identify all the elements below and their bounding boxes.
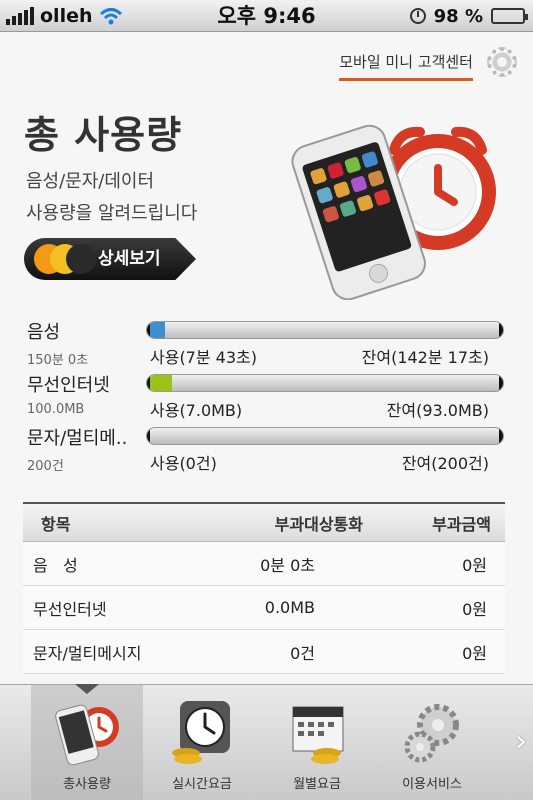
usage-progress-bar <box>146 374 504 392</box>
tab-services[interactable]: 이용서비스 <box>376 685 488 800</box>
row-billable: 0.0MB <box>264 598 315 617</box>
usage-quantity: 100.0MB <box>27 402 85 417</box>
charge-table: 항목 부과대상통화 부과금액 음 성 0분 0초 0원 무선인터넷 0.0MB … <box>23 502 505 674</box>
calendar-coins-icon <box>292 706 344 764</box>
usage-remaining: 잔여(93.0MB) <box>386 401 489 420</box>
row-billable: 0분 0초 <box>260 555 315 575</box>
detail-dots-icon <box>34 244 96 274</box>
row-item: 음 성 <box>33 555 78 575</box>
settings-gear-icon[interactable] <box>487 47 517 77</box>
battery-icon <box>491 8 528 24</box>
tab-realtime-fee[interactable]: 실시간요금 <box>146 685 258 800</box>
battery-percent: 98 % <box>433 5 483 27</box>
row-billable: 0건 <box>290 643 315 663</box>
usage-used: 사용(7.0MB) <box>150 401 243 420</box>
table-row: 문자/멀티메시지 0건 0원 <box>23 630 505 674</box>
usage-name: 무선인터넷 <box>27 375 110 396</box>
usage-progress-bar <box>146 321 504 339</box>
clock-coins-icon <box>172 701 230 764</box>
row-amount: 0원 <box>462 643 487 663</box>
table-row: 음 성 0분 0초 0원 <box>23 542 505 586</box>
gears-icon <box>404 704 459 763</box>
usage-name: 음성 <box>27 322 61 343</box>
customer-center-link[interactable]: 모바일 미니 고객센터 <box>339 51 473 81</box>
usage-fill <box>147 375 172 391</box>
row-amount: 0원 <box>462 555 487 575</box>
row-amount: 0원 <box>462 599 487 619</box>
usage-used: 사용(7분 43초) <box>150 348 257 367</box>
top-bar: 모바일 미니 고객센터 <box>0 33 533 93</box>
usage-quantity: 150분 0초 <box>27 353 89 368</box>
table-header: 항목 부과대상통화 부과금액 <box>23 502 505 542</box>
row-item: 문자/멀티메시지 <box>33 643 142 663</box>
status-bar: olleh 오후 9:46 98 % <box>0 0 533 32</box>
usage-used: 사용(0건) <box>150 454 217 473</box>
header-item: 항목 <box>41 514 71 534</box>
tab-total-usage[interactable]: 총사용량 <box>31 685 143 800</box>
subtitle-line-2: 사용량을 알려드립니다 <box>26 203 198 224</box>
tab-label: 이용서비스 <box>402 777 462 792</box>
tab-monthly-fee[interactable]: 월별요금 <box>261 685 373 800</box>
status-right: 98 % <box>409 0 528 32</box>
usage-remaining: 잔여(142분 17초) <box>361 348 489 367</box>
header-billable: 부과대상통화 <box>274 514 363 534</box>
detail-button-label: 상세보기 <box>98 249 161 269</box>
usage-remaining: 잔여(200건) <box>401 454 489 473</box>
header-amount: 부과금액 <box>432 514 491 534</box>
tab-label: 실시간요금 <box>172 777 232 792</box>
subtitle-line-1: 음성/문자/데이터 <box>26 171 155 192</box>
table-row: 무선인터넷 0.0MB 0원 <box>23 586 505 630</box>
tab-bar: 총사용량 실시간요금 월별요금 이용서비스 <box>0 684 533 800</box>
page-subtitle: 음성/문자/데이터 사용량을 알려드립니다 <box>26 166 197 230</box>
alarm-clock-icon <box>409 8 426 24</box>
page-title: 총 사용량 <box>24 113 183 157</box>
chevron-right-icon[interactable]: › <box>515 724 527 759</box>
detail-button[interactable]: 상세보기 <box>24 238 196 280</box>
usage-progress-bar <box>146 427 504 445</box>
usage-name: 문자/멀티메.. <box>27 428 128 449</box>
phone-alarm-icon <box>55 704 119 766</box>
tab-label: 총사용량 <box>63 777 111 792</box>
usage-quantity: 200건 <box>27 459 64 474</box>
phone-alarm-illustration <box>291 124 496 300</box>
active-tab-pointer <box>75 684 99 694</box>
row-item: 무선인터넷 <box>33 599 107 619</box>
tab-label: 월별요금 <box>293 777 341 792</box>
